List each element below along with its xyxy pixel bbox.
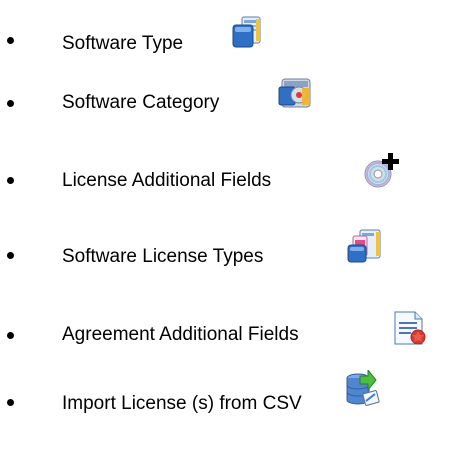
list-item-import-license-csv: Import License (s) from CSV: [0, 370, 469, 422]
list-item-label: License Additional Fields: [62, 170, 272, 191]
list-item-label: Software Category: [62, 92, 220, 113]
import-csv-icon: [344, 370, 382, 408]
list-item-label: Software License Types: [62, 246, 264, 267]
list-item-label: Software Type: [62, 33, 184, 54]
list-item-label: Agreement Additional Fields: [62, 324, 299, 345]
software-category-icon: [276, 73, 314, 111]
list-item-software-category: Software Category: [0, 78, 469, 123]
list-item-software-type: Software Type: [0, 16, 469, 60]
license-additional-fields-icon: [362, 152, 400, 190]
bullet: [7, 37, 14, 44]
software-license-types-icon: [346, 227, 384, 265]
list-item-license-additional-fields: License Additional Fields: [0, 153, 469, 200]
agreement-additional-fields-icon: [390, 309, 428, 347]
bullet: [7, 399, 14, 406]
bullet: [7, 332, 14, 339]
bullet: [7, 100, 14, 107]
list-item-software-license-types: Software License Types: [0, 229, 469, 275]
bullet: [7, 252, 14, 259]
list-item-agreement-additional-fields: Agreement Additional Fields: [0, 311, 469, 355]
list-item-label: Import License (s) from CSV: [62, 393, 302, 414]
bullet: [7, 177, 14, 184]
software-type-icon: [228, 13, 266, 51]
